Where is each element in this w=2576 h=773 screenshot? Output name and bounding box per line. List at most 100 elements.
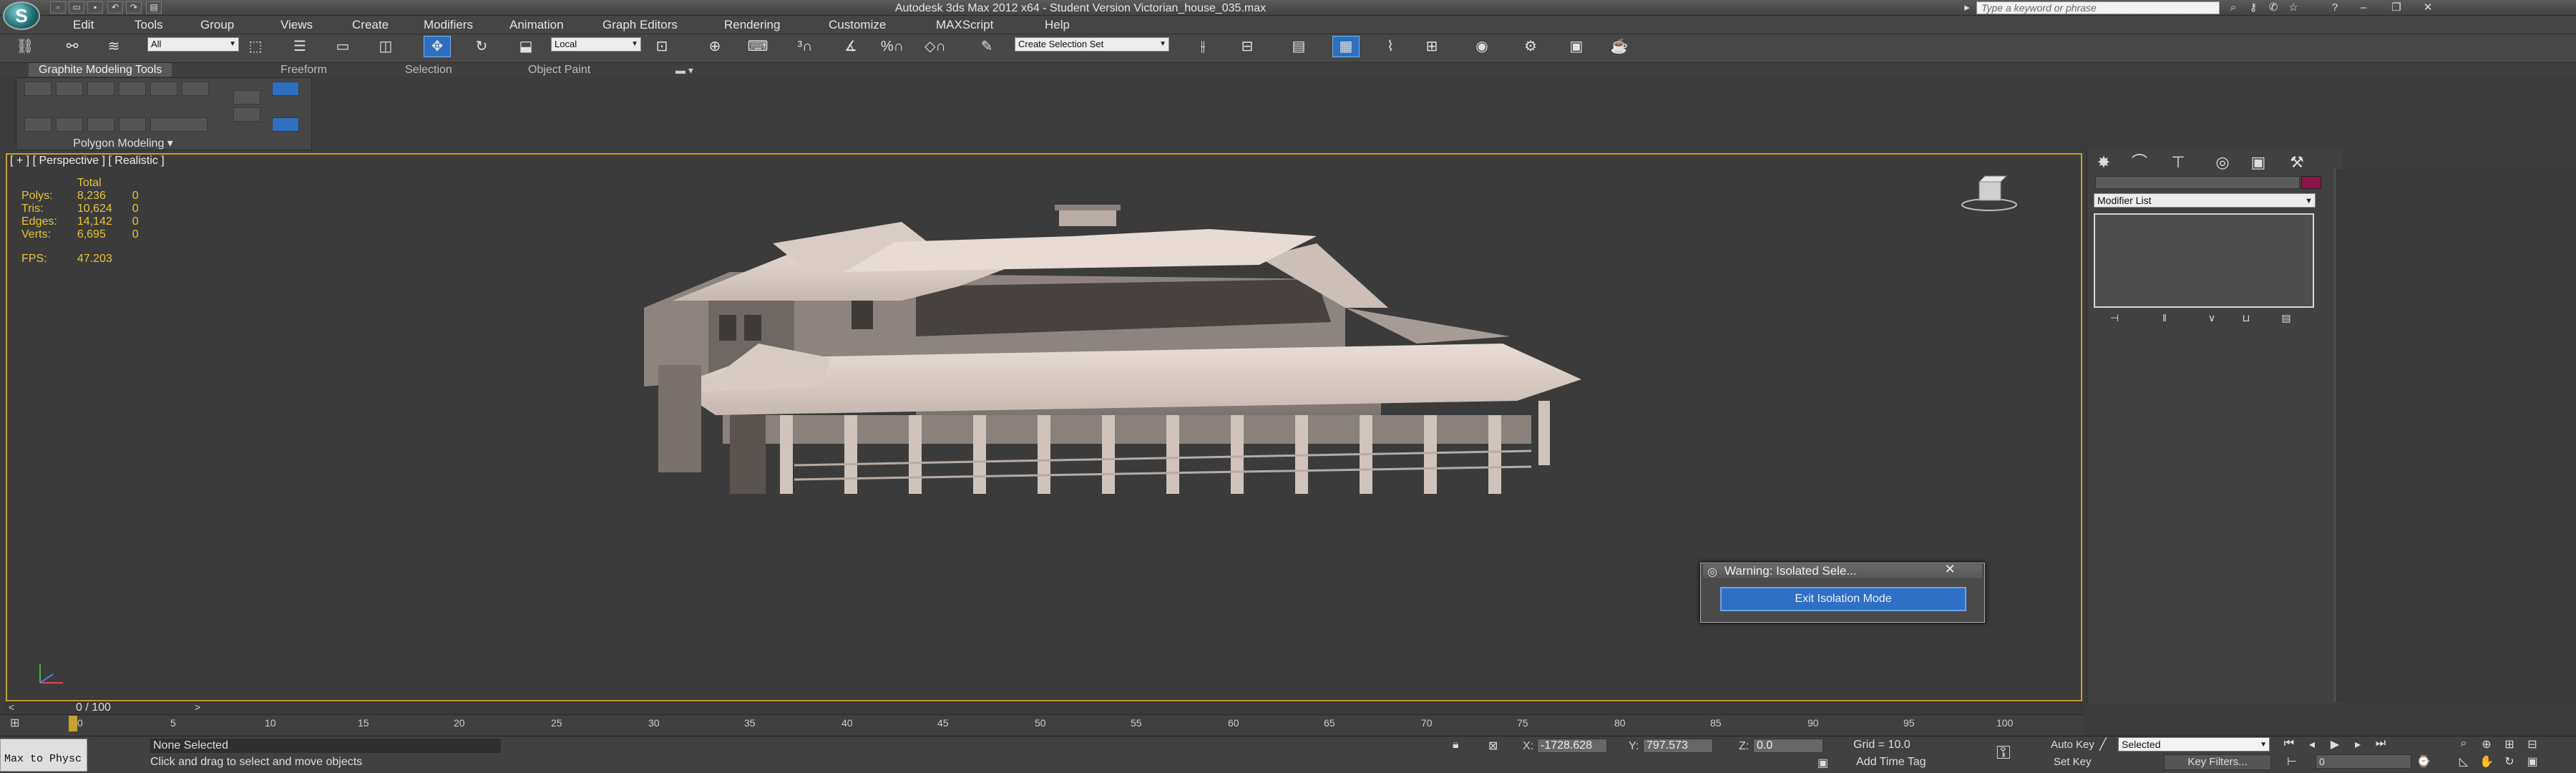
ribbon-options-icon[interactable]: ▬ ▾ <box>675 64 693 77</box>
y-coordinate-field[interactable]: 797.573 <box>1643 739 1713 753</box>
menu-modifiers[interactable]: Modifiers <box>424 18 473 32</box>
window-crossing-icon[interactable]: ◫ <box>372 36 399 57</box>
tab-graphite-modeling-tools[interactable]: Graphite Modeling Tools <box>29 63 172 77</box>
reference-coordinate-dropdown[interactable]: Local <box>551 37 641 52</box>
infocenter-toggle-icon[interactable]: ▸ <box>1958 1 1976 14</box>
menu-animation[interactable]: Animation <box>509 18 564 32</box>
add-time-tag-button[interactable]: Add Time Tag <box>1856 756 1926 769</box>
time-configuration-icon[interactable]: ⌚ <box>2414 754 2433 769</box>
pin-stack-icon[interactable]: ⊣ <box>2104 312 2125 325</box>
house-model[interactable] <box>630 200 1818 587</box>
help-search-input[interactable]: Type a keyword or phrase <box>1976 1 2220 14</box>
redo-icon[interactable]: ↷ <box>126 1 142 14</box>
current-frame-field[interactable]: 0 <box>2316 754 2411 769</box>
maxscript-line[interactable]: Max to Physc <box>4 753 82 765</box>
select-manipulate-icon[interactable]: ⊕ <box>701 36 728 57</box>
ribbon-tool-button[interactable] <box>150 117 208 132</box>
mirror-icon[interactable]: ⫲ <box>1189 36 1216 57</box>
pan-view-icon[interactable]: ✋ <box>2477 754 2496 769</box>
save-file-icon[interactable]: ▪ <box>87 1 103 14</box>
time-slider-next-icon[interactable]: > <box>195 701 200 713</box>
menu-views[interactable]: Views <box>280 18 313 32</box>
time-slider[interactable] <box>6 701 2082 714</box>
schematic-view-icon[interactable]: ⊞ <box>1418 36 1445 57</box>
help-icon[interactable]: ? <box>2326 1 2344 14</box>
time-tag-icon[interactable]: ▣ <box>1818 756 1828 770</box>
spinner-snap-icon[interactable]: ◇∩ <box>922 36 949 57</box>
configure-modifier-sets-icon[interactable]: ▤ <box>2275 312 2297 325</box>
menu-help[interactable]: Help <box>1045 18 1070 32</box>
named-selection-set-dropdown[interactable]: Create Selection Set <box>1015 37 1169 52</box>
ribbon-tool-button[interactable] <box>56 82 83 96</box>
set-key-button[interactable]: Set Key <box>2054 756 2092 768</box>
select-and-move-icon[interactable]: ✥ <box>424 36 451 57</box>
ribbon-tool-button[interactable] <box>233 107 260 122</box>
next-frame-icon[interactable]: ▸ <box>2348 737 2367 752</box>
motion-tab-icon[interactable]: ◎ <box>2208 152 2237 173</box>
restore-window-icon[interactable]: ❐ <box>2387 1 2406 14</box>
viewcube[interactable] <box>1961 172 2018 215</box>
key-filters-button[interactable]: Key Filters... <box>2164 754 2271 770</box>
select-by-name-icon[interactable]: ☰ <box>286 36 313 57</box>
unlink-selection-icon[interactable]: ⚯ <box>59 36 86 57</box>
snaps-toggle-icon[interactable]: ³∩ <box>791 36 819 57</box>
communication-center-icon[interactable]: ✆ <box>2264 1 2283 14</box>
ribbon-tool-button[interactable] <box>182 82 209 96</box>
viewport-label-menu[interactable]: [ + ] [ Perspective ] [ Realistic ] <box>10 155 165 167</box>
ribbon-tool-button[interactable] <box>119 117 146 132</box>
pivot-center-icon[interactable]: ⊡ <box>648 36 675 57</box>
percent-snap-icon[interactable]: %∩ <box>879 36 906 57</box>
layer-manager-icon[interactable]: ▤ <box>1285 36 1312 57</box>
remove-modifier-icon[interactable]: ⊔ <box>2235 312 2257 325</box>
hierarchy-tab-icon[interactable]: ⊤ <box>2164 152 2192 173</box>
time-slider-label[interactable]: 0 / 100 <box>76 701 111 714</box>
rendered-frame-window-icon[interactable]: ▣ <box>1563 36 1590 57</box>
ribbon-tool-button[interactable] <box>150 82 177 96</box>
minimize-window-icon[interactable]: – <box>2354 1 2373 14</box>
close-window-icon[interactable]: ✕ <box>2419 1 2437 14</box>
zoom-extents-icon[interactable]: ⊞ <box>2500 737 2519 752</box>
time-slider-thumb[interactable] <box>69 716 77 731</box>
key-mode-dropdown[interactable]: Selected <box>2118 737 2270 752</box>
orbit-icon[interactable]: ↻ <box>2500 754 2519 769</box>
keyboard-shortcut-override-icon[interactable]: ⌨ <box>744 36 771 57</box>
search-icon[interactable]: ⌕ <box>2224 1 2243 14</box>
modifier-list-dropdown[interactable]: Modifier List <box>2094 193 2316 208</box>
default-in-out-tangent-icon[interactable]: ╱ <box>2099 737 2107 752</box>
create-tab-icon[interactable]: ✸ <box>2089 152 2118 173</box>
ribbon-tool-button[interactable] <box>87 117 114 132</box>
render-production-icon[interactable]: ☕ <box>1606 36 1633 57</box>
application-logo-button[interactable]: S <box>3 1 40 30</box>
rectangular-selection-icon[interactable]: ▭ <box>329 36 356 57</box>
go-to-start-icon[interactable]: ⏮ <box>2280 737 2298 752</box>
project-folder-icon[interactable]: ▤ <box>146 1 162 14</box>
make-unique-icon[interactable]: ∨ <box>2201 312 2223 325</box>
select-and-link-icon[interactable]: ⛓ <box>11 36 39 57</box>
set-key-mode-key-icon[interactable]: ⚿ <box>1996 742 2011 764</box>
menu-graph-editors[interactable]: Graph Editors <box>602 18 678 32</box>
zoom-extents-all-icon[interactable]: ⊟ <box>2523 737 2542 752</box>
select-and-scale-icon[interactable]: ⬓ <box>512 36 540 57</box>
graphite-toggle-icon[interactable]: ▦ <box>1332 36 1360 57</box>
close-icon[interactable]: ✕ <box>1941 563 1959 575</box>
open-file-icon[interactable]: ▭ <box>69 1 84 14</box>
show-end-result-icon[interactable]: ‖ <box>2154 312 2175 325</box>
ribbon-tool-button[interactable] <box>272 117 299 132</box>
bind-space-warp-icon[interactable]: ≋ <box>100 36 127 57</box>
exit-isolation-mode-button[interactable]: Exit Isolation Mode <box>1720 587 1966 611</box>
select-object-icon[interactable]: ⬚ <box>242 36 269 57</box>
auto-key-button[interactable]: Auto Key <box>2051 739 2094 751</box>
field-of-view-icon[interactable]: ◺ <box>2454 754 2473 769</box>
angle-snap-icon[interactable]: ∡ <box>837 36 864 57</box>
object-color-swatch[interactable] <box>2301 176 2321 189</box>
go-to-end-icon[interactable]: ⏭ <box>2371 737 2390 752</box>
object-name-field[interactable] <box>2095 176 2300 189</box>
zoom-icon[interactable]: ⌕ <box>2454 737 2473 752</box>
time-slider-prev-icon[interactable]: < <box>9 701 14 713</box>
menu-rendering[interactable]: Rendering <box>724 18 780 32</box>
tab-freeform[interactable]: Freeform <box>270 63 337 77</box>
selection-filter-dropdown[interactable]: All <box>147 37 239 52</box>
key-mode-toggle-icon[interactable]: ⊢ <box>2283 754 2301 769</box>
menu-tools[interactable]: Tools <box>135 18 163 32</box>
menu-maxscript[interactable]: MAXScript <box>936 18 993 32</box>
